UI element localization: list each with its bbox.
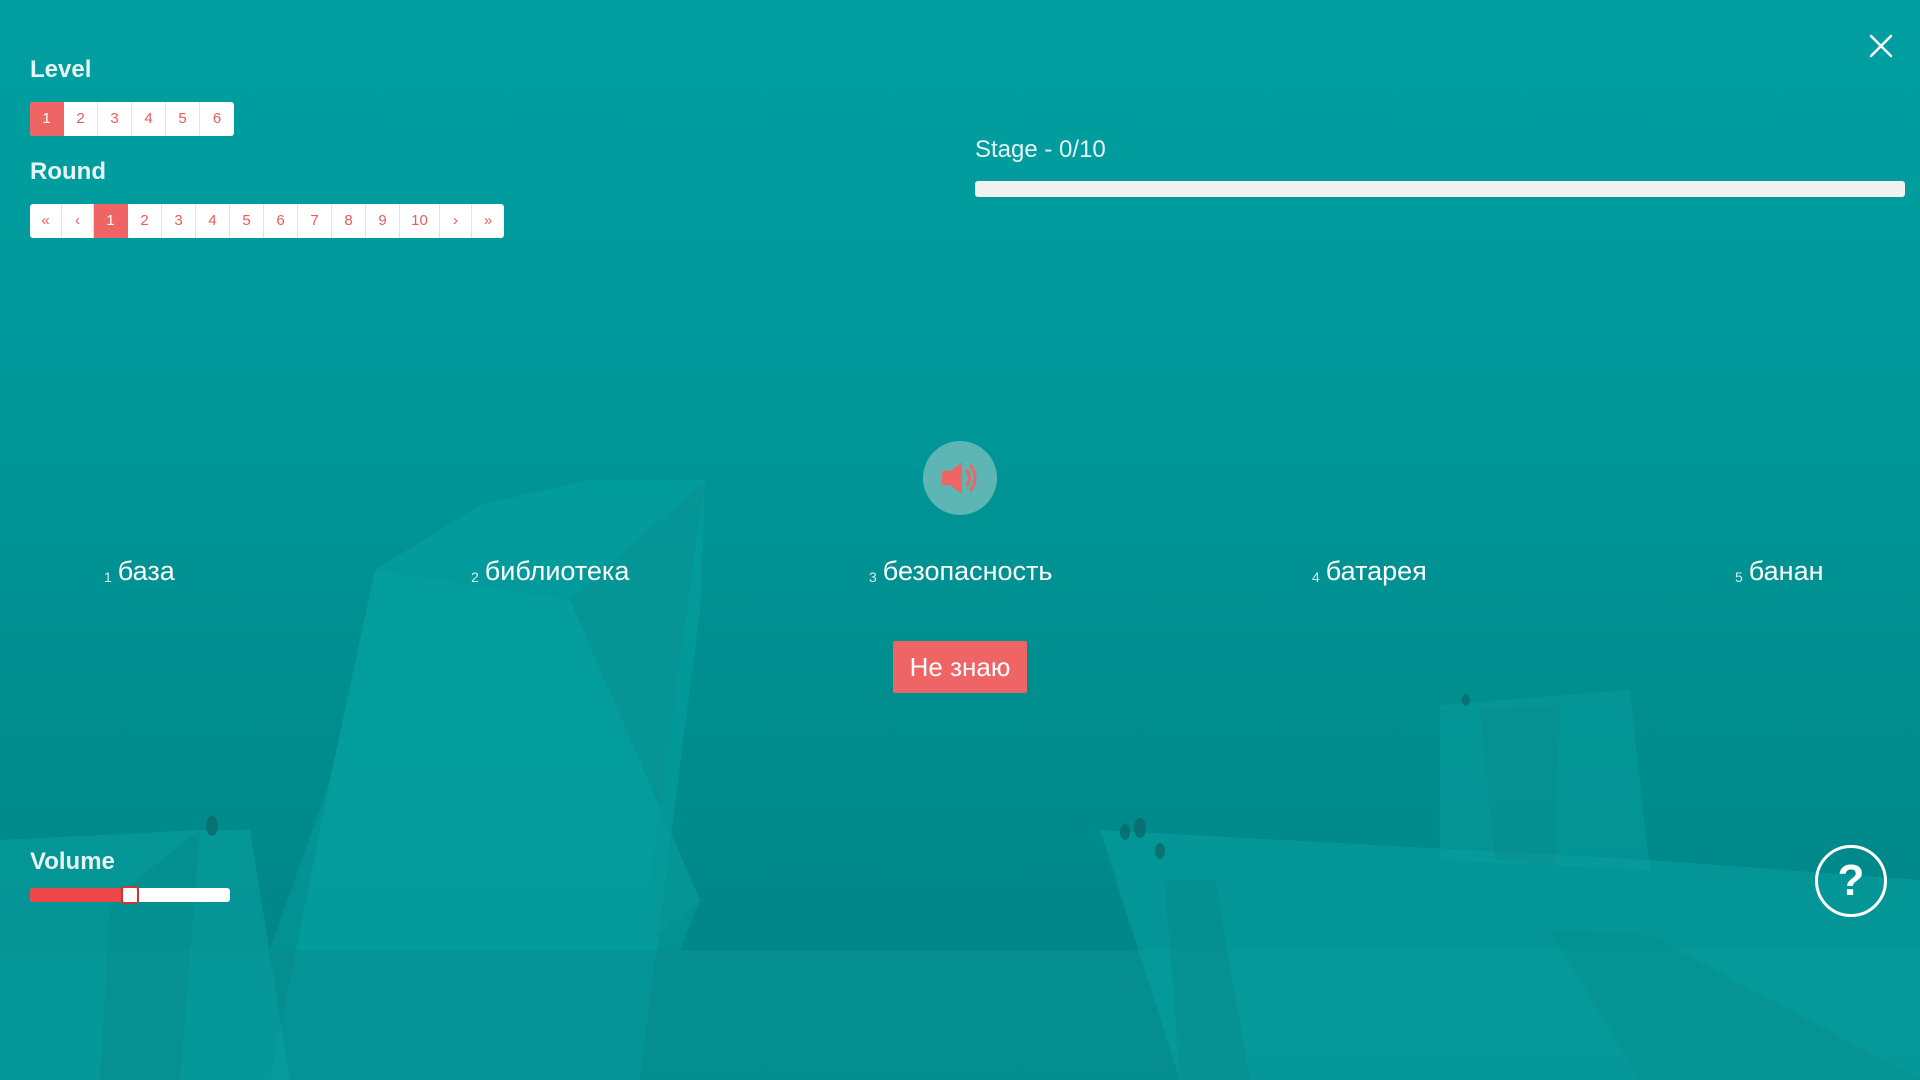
round-page-6[interactable]: 6 bbox=[264, 204, 298, 238]
dont-know-button[interactable]: Не знаю bbox=[893, 641, 1027, 693]
word-option-number: 3 bbox=[869, 569, 877, 585]
word-option-number: 1 bbox=[104, 569, 112, 585]
close-icon bbox=[1869, 34, 1893, 58]
word-option-text: база bbox=[117, 556, 175, 586]
level-page-1[interactable]: 1 bbox=[30, 102, 64, 136]
volume-label: Volume bbox=[30, 848, 115, 875]
word-option-number: 2 bbox=[471, 569, 479, 585]
round-page-8[interactable]: 8 bbox=[332, 204, 366, 238]
word-option-number: 4 bbox=[1312, 569, 1320, 585]
word-option-1[interactable]: 1 база bbox=[104, 556, 175, 587]
level-label: Level bbox=[30, 56, 92, 83]
word-option-3[interactable]: 3 безопасность bbox=[869, 556, 1052, 587]
speaker-icon bbox=[942, 462, 977, 494]
word-option-2[interactable]: 2 библиотека bbox=[471, 556, 629, 587]
help-button[interactable]: ? bbox=[1815, 845, 1887, 917]
level-pager: 1 2 3 4 5 6 bbox=[30, 102, 234, 136]
round-prev-button[interactable]: ‹ bbox=[62, 204, 94, 238]
word-option-text: безопасность bbox=[882, 556, 1053, 586]
round-page-4[interactable]: 4 bbox=[196, 204, 230, 238]
background-scenery bbox=[0, 480, 1920, 1080]
round-page-5[interactable]: 5 bbox=[230, 204, 264, 238]
round-last-button[interactable]: » bbox=[472, 204, 504, 238]
level-page-3[interactable]: 3 bbox=[98, 102, 132, 136]
stage-progress-bar bbox=[975, 181, 1905, 197]
round-next-button[interactable]: › bbox=[440, 204, 472, 238]
volume-slider-thumb[interactable] bbox=[121, 886, 139, 904]
audio-play-button[interactable] bbox=[923, 441, 997, 515]
volume-slider-fill bbox=[30, 888, 130, 902]
stage-label: Stage - 0/10 bbox=[975, 136, 1106, 163]
word-option-5[interactable]: 5 банан bbox=[1735, 556, 1824, 587]
word-option-text: батарея bbox=[1325, 556, 1427, 586]
level-page-5[interactable]: 5 bbox=[166, 102, 200, 136]
round-label: Round bbox=[30, 158, 106, 185]
word-option-text: банан bbox=[1748, 556, 1824, 586]
round-page-9[interactable]: 9 bbox=[366, 204, 400, 238]
round-page-1[interactable]: 1 bbox=[94, 204, 128, 238]
close-button[interactable] bbox=[1865, 30, 1897, 62]
round-page-2[interactable]: 2 bbox=[128, 204, 162, 238]
word-option-4[interactable]: 4 батарея bbox=[1312, 556, 1427, 587]
round-page-3[interactable]: 3 bbox=[162, 204, 196, 238]
word-option-number: 5 bbox=[1735, 569, 1743, 585]
round-first-button[interactable]: « bbox=[30, 204, 62, 238]
round-page-7[interactable]: 7 bbox=[298, 204, 332, 238]
round-page-10[interactable]: 10 bbox=[400, 204, 440, 238]
volume-slider[interactable] bbox=[30, 886, 230, 904]
level-page-4[interactable]: 4 bbox=[132, 102, 166, 136]
level-page-2[interactable]: 2 bbox=[64, 102, 98, 136]
round-pager: « ‹ 1 2 3 4 5 6 7 8 9 10 › » bbox=[30, 204, 504, 238]
level-page-6[interactable]: 6 bbox=[200, 102, 234, 136]
word-option-text: библиотека bbox=[484, 556, 630, 586]
